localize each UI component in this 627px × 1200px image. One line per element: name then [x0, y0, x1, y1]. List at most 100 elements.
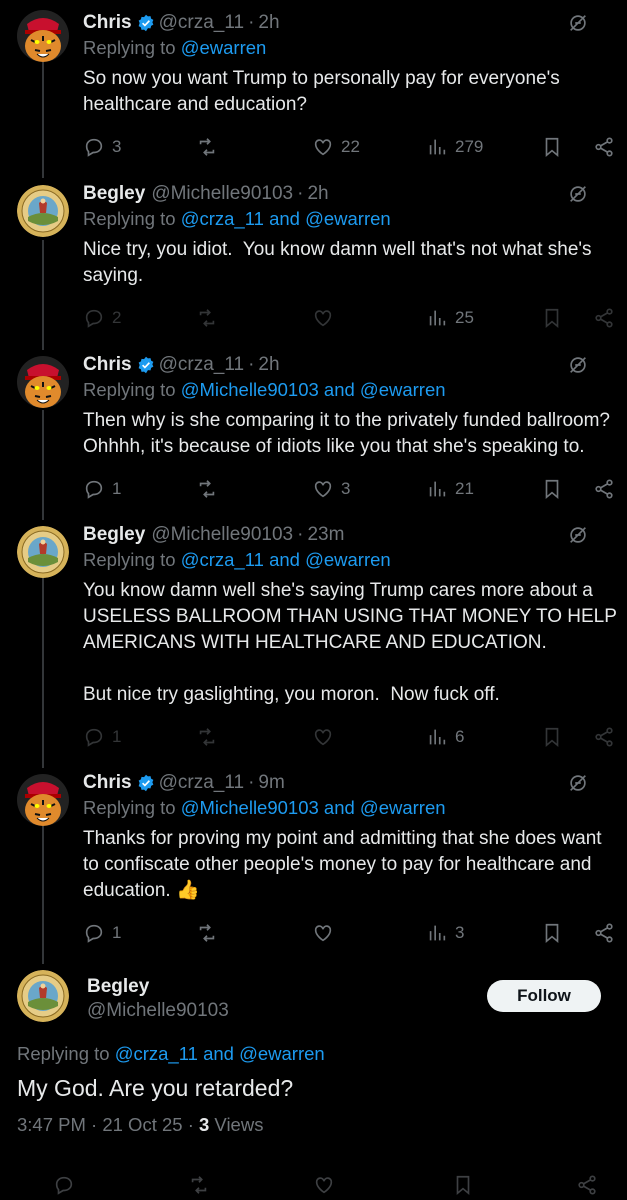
replying-prefix: Replying to: [83, 379, 181, 400]
reply-button[interactable]: [53, 1172, 75, 1198]
tiger-avatar[interactable]: [17, 774, 69, 826]
share-button[interactable]: [593, 134, 615, 160]
hidden-reply-icon[interactable]: [567, 354, 589, 376]
tiger-avatar[interactable]: [17, 10, 69, 62]
bookmark-button[interactable]: [452, 1172, 474, 1198]
share-button[interactable]: [593, 305, 615, 331]
retweet-button[interactable]: [196, 476, 225, 502]
share-icon: [576, 1174, 598, 1196]
share-button[interactable]: [593, 476, 615, 502]
replying-to: Replying to @crza_11 and @ewarren: [83, 549, 391, 571]
separator: ·: [297, 524, 304, 545]
hidden-reply-icon[interactable]: [567, 12, 589, 34]
replying-to: Replying to @ewarren: [83, 37, 266, 59]
bookmark-icon: [541, 307, 563, 329]
tweet-text: Thanks for proving my point and admittin…: [83, 828, 602, 901]
reply-button[interactable]: 1: [83, 920, 121, 946]
like-button[interactable]: [312, 920, 341, 946]
bookmark-button[interactable]: [541, 724, 563, 750]
bookmark-button[interactable]: [541, 920, 563, 946]
reply-button[interactable]: 2: [83, 305, 121, 331]
seal-avatar[interactable]: [17, 185, 69, 237]
share-button[interactable]: [593, 920, 615, 946]
hidden-reply-icon[interactable]: [567, 524, 589, 546]
main-display-name[interactable]: Begley: [87, 976, 149, 998]
replying-to-link[interactable]: @ewarren: [181, 37, 267, 58]
views-button[interactable]: 21: [426, 476, 474, 502]
views-icon: [426, 478, 448, 500]
handle[interactable]: @crza_11: [159, 12, 244, 34]
views-icon: [426, 307, 448, 329]
handle[interactable]: @crza_11: [159, 354, 244, 376]
replying-to-link[interactable]: @crza_11 and @ewarren: [115, 1043, 325, 1064]
seal-avatar[interactable]: [17, 970, 69, 1022]
seal-avatar[interactable]: [17, 526, 69, 578]
main-timestamp[interactable]: 3:47 PM · 21 Oct 25 ·: [17, 1114, 199, 1135]
share-icon: [593, 307, 615, 329]
views-icon: [426, 136, 448, 158]
display-name[interactable]: Chris: [83, 354, 132, 376]
hidden-reply-icon[interactable]: [567, 772, 589, 794]
views-button[interactable]: 3: [426, 920, 464, 946]
views-button[interactable]: 279: [426, 134, 483, 160]
main-tweet-actions: [0, 1168, 627, 1200]
reply-count: 3: [112, 137, 122, 156]
like-button[interactable]: [312, 305, 341, 331]
timestamp[interactable]: 9m: [258, 772, 284, 794]
like-button[interactable]: [312, 724, 341, 750]
tweet-actions: 1 3: [83, 920, 623, 946]
verified-badge-icon: [137, 774, 155, 792]
reply-button[interactable]: 1: [83, 476, 121, 502]
replying-prefix: Replying to: [83, 37, 181, 58]
retweet-button[interactable]: [196, 920, 225, 946]
like-icon: [312, 478, 334, 500]
bookmark-button[interactable]: [541, 476, 563, 502]
like-count: 3: [341, 479, 351, 498]
views-count: 3: [199, 1114, 210, 1135]
timestamp[interactable]: 2h: [258, 12, 279, 34]
replying-to: Replying to @crza_11 and @ewarren: [83, 208, 391, 230]
views-button[interactable]: 6: [426, 724, 464, 750]
bookmark-button[interactable]: [541, 305, 563, 331]
thread-line: [42, 410, 44, 520]
like-count: 22: [341, 137, 360, 156]
follow-button[interactable]: Follow: [487, 980, 601, 1012]
like-button[interactable]: 22: [312, 134, 360, 160]
bookmark-button[interactable]: [541, 134, 563, 160]
display-name[interactable]: Begley: [83, 183, 145, 205]
separator: ·: [248, 354, 255, 375]
share-button[interactable]: [576, 1172, 598, 1198]
handle[interactable]: @Michelle90103: [151, 183, 293, 205]
hidden-reply-icon[interactable]: [567, 183, 589, 205]
tiger-avatar[interactable]: [17, 356, 69, 408]
display-name[interactable]: Chris: [83, 12, 132, 34]
handle[interactable]: @Michelle90103: [151, 524, 293, 546]
replying-prefix: Replying to: [83, 797, 181, 818]
like-icon: [312, 922, 334, 944]
replying-to-link[interactable]: @Michelle90103 and @ewarren: [181, 379, 446, 400]
main-handle[interactable]: @Michelle90103: [87, 1000, 229, 1022]
tweet-text: Then why is she comparing it to the priv…: [83, 410, 610, 457]
reply-button[interactable]: 3: [83, 134, 121, 160]
timestamp[interactable]: 23m: [307, 524, 344, 546]
timestamp[interactable]: 2h: [307, 183, 328, 205]
retweet-button[interactable]: [196, 305, 225, 331]
handle[interactable]: @crza_11: [159, 772, 244, 794]
replying-to-link[interactable]: @crza_11 and @ewarren: [181, 208, 391, 229]
views-count: 21: [455, 479, 474, 498]
like-button[interactable]: 3: [312, 476, 350, 502]
replying-to-link[interactable]: @Michelle90103 and @ewarren: [181, 797, 446, 818]
like-button[interactable]: [313, 1172, 335, 1198]
retweet-button[interactable]: [196, 134, 225, 160]
display-name[interactable]: Chris: [83, 772, 132, 794]
reply-button[interactable]: 1: [83, 724, 121, 750]
retweet-button[interactable]: [196, 724, 225, 750]
display-name[interactable]: Begley: [83, 524, 145, 546]
retweet-button[interactable]: [188, 1172, 210, 1198]
views-button[interactable]: 25: [426, 305, 474, 331]
share-button[interactable]: [593, 724, 615, 750]
replying-to-link[interactable]: @crza_11 and @ewarren: [181, 549, 391, 570]
tweet-actions: 2 25: [83, 305, 623, 331]
timestamp[interactable]: 2h: [258, 354, 279, 376]
bookmark-icon: [541, 922, 563, 944]
